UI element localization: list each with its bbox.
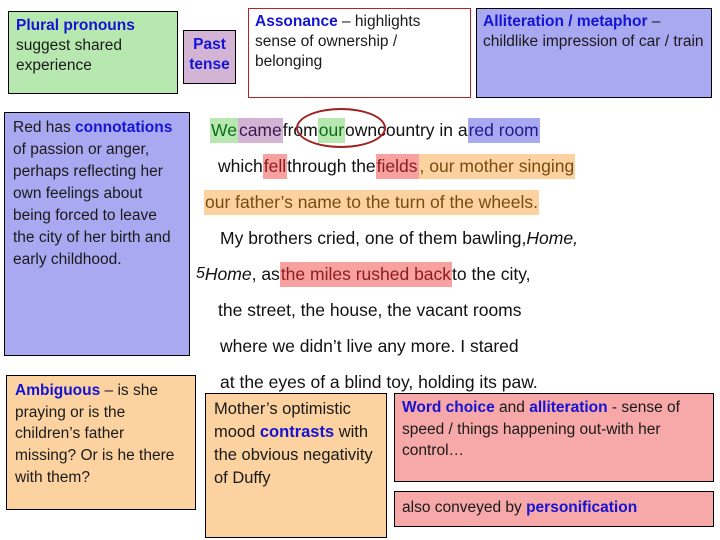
poem-segment: fields xyxy=(375,153,419,179)
annotation-keyword: Ambiguous xyxy=(15,382,101,399)
poem-segment: where we didn’t live any more. I stared xyxy=(220,335,519,356)
poem-line: 5 Home, as the miles rushed back to the c… xyxy=(196,256,716,292)
poem-line: which fell through the fields, our mothe… xyxy=(196,148,716,184)
poem-line: My brothers cried, one of them bawling, … xyxy=(196,220,716,256)
poem-segment: our xyxy=(317,117,346,143)
annotation-plural-pronouns: Plural pronouns suggest shared experienc… xyxy=(8,11,178,94)
annotation-keyword: Assonance xyxy=(255,13,338,30)
poem-line: our father’s name to the turn of the whe… xyxy=(196,184,716,220)
annotation-alliteration-metaphor: Alliteration / metaphor – childlike impr… xyxy=(476,8,712,98)
poem-segment: My brothers cried, one of them bawling, xyxy=(220,227,527,248)
annotation-keyword-1: Word choice xyxy=(402,399,495,416)
poem-segment: , as xyxy=(251,263,280,284)
annotation-text-pre: Red has xyxy=(13,119,76,136)
annotation-keyword: contrasts xyxy=(259,423,335,442)
annotation-text-mid: and xyxy=(494,399,530,416)
annotation-word-choice: Word choice and alliteration - sense of … xyxy=(394,393,714,482)
poem-segment: came xyxy=(237,117,283,143)
annotation-keyword: Alliteration / metaphor xyxy=(483,13,648,30)
poem-line: We came from our own country in a red ro… xyxy=(196,108,716,148)
poem-line-number: 5 xyxy=(196,265,205,282)
poem-segment: red room xyxy=(467,117,540,143)
poem-segment: at the eyes of a blind toy, holding its … xyxy=(220,371,538,392)
poem-segment: which xyxy=(218,155,263,176)
annotation-ambiguous: Ambiguous – is she praying or is the chi… xyxy=(6,375,196,510)
annotation-assonance: Assonance – highlights sense of ownershi… xyxy=(248,8,471,98)
poem-segment: from xyxy=(282,119,318,140)
poem-segment: own xyxy=(345,119,378,140)
annotation-text: suggest shared experience xyxy=(16,37,122,75)
poem-line: the street, the house, the vacant rooms xyxy=(196,292,716,328)
poem-segment: our father’s name to the turn of the whe… xyxy=(204,189,540,215)
annotation-red-connotations: Red has connotations of passion or anger… xyxy=(4,112,190,356)
poem-segment: to the city, xyxy=(452,263,531,284)
poem-segment: , our mother singing xyxy=(418,153,576,179)
poem-segment: We xyxy=(210,117,238,143)
annotation-keyword-line2: tense xyxy=(189,56,230,74)
poem-segment: the miles rushed back xyxy=(279,261,453,287)
annotation-mother-mood: Mother’s optimistic mood contrasts with … xyxy=(205,393,387,538)
annotation-keyword: Plural pronouns xyxy=(16,17,135,34)
annotation-keyword: connotations xyxy=(75,119,173,136)
annotation-text-pre: also conveyed by xyxy=(402,499,527,516)
poem-segment: fell xyxy=(262,153,288,179)
poem-segment: Home, xyxy=(526,227,578,248)
annotation-keyword-line1: Past xyxy=(193,36,226,53)
annotation-past-tense: Past tense xyxy=(183,30,236,84)
poem-segment: country in a xyxy=(377,119,468,140)
poem-line: at the eyes of a blind toy, holding its … xyxy=(196,364,716,400)
annotation-keyword: personification xyxy=(526,499,638,516)
poem-segment: Home xyxy=(204,263,252,284)
annotation-personification: also conveyed by personification xyxy=(394,491,714,527)
poem-line: where we didn’t live any more. I stared xyxy=(196,328,716,364)
annotation-keyword-2: alliteration xyxy=(529,399,608,416)
annotation-text: of passion or anger, perhaps reflecting … xyxy=(13,141,171,268)
poem-segment: the street, the house, the vacant rooms xyxy=(218,299,522,320)
poem-text: We came from our own country in a red ro… xyxy=(196,108,716,400)
poem-segment: through the xyxy=(287,155,376,176)
slide-canvas: Plural pronouns suggest shared experienc… xyxy=(0,0,720,540)
